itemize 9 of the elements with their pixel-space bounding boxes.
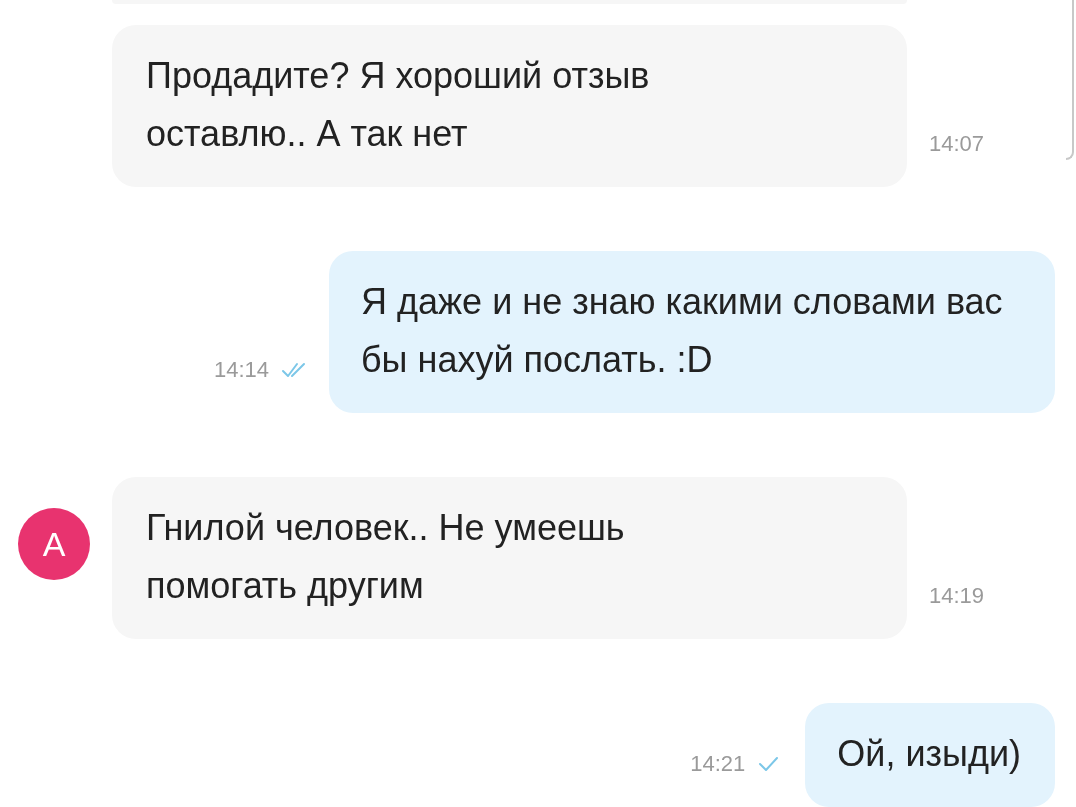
avatar[interactable]: A	[18, 508, 90, 580]
message-time: 14:14	[213, 357, 269, 383]
message-bubble: Гнилой человек.. Не умеешь помогать другим	[112, 477, 907, 639]
message-bubble: Продадите? Я хороший отзыв оставлю.. А так нет	[112, 25, 907, 187]
message-bubble: Ой, изыди)	[805, 703, 1055, 807]
message-time: 14:19	[929, 583, 985, 609]
message-bubble: Я даже и не знаю какими словами вас бы нахуй послать. :D	[329, 251, 1055, 413]
message-time: 14:07	[929, 131, 985, 157]
message-time: 14:21	[690, 751, 746, 777]
